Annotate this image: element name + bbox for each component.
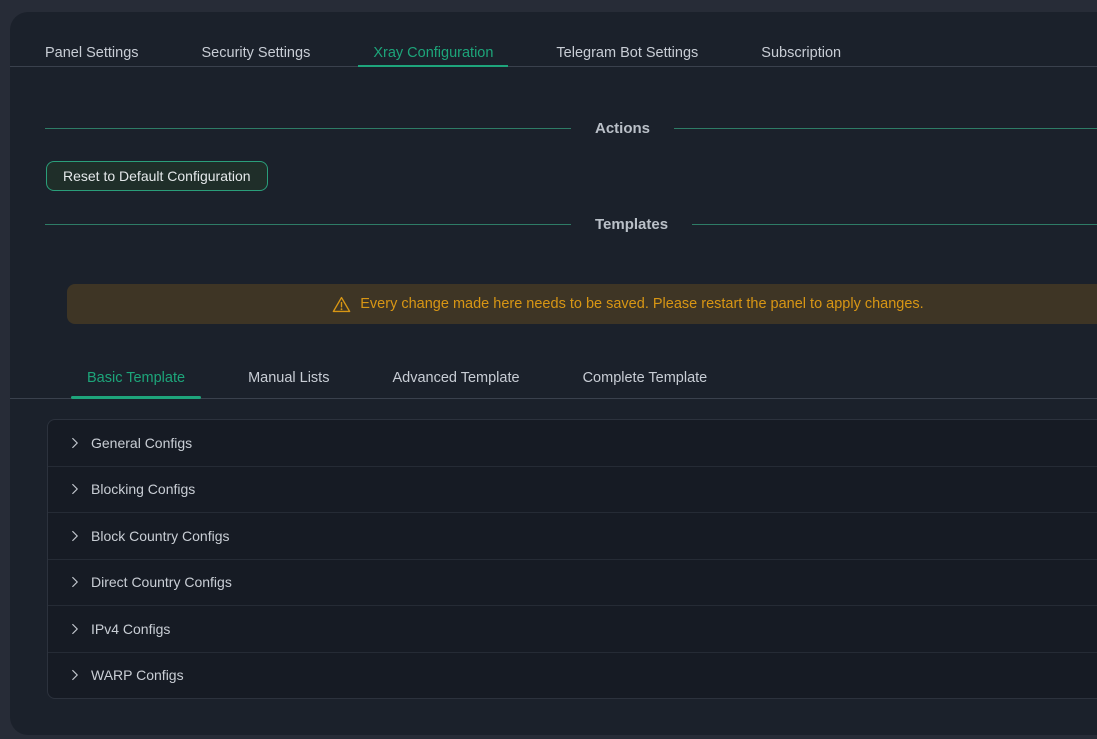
collapse-label: Block Country Configs [91, 528, 230, 544]
divider-line [45, 128, 571, 129]
chevron-right-icon [69, 669, 81, 681]
settings-card: Panel Settings Security Settings Xray Co… [10, 12, 1097, 735]
chevron-right-icon [69, 483, 81, 495]
tab-label: Basic Template [87, 370, 185, 386]
warning-text: Every change made here needs to be saved… [360, 296, 923, 312]
tab-label: Xray Configuration [373, 45, 493, 61]
divider-line [674, 128, 1097, 129]
divider-line [692, 224, 1097, 225]
collapse-header-ipv4-configs[interactable]: IPv4 Configs [48, 605, 1097, 652]
tab-label: Complete Template [583, 370, 708, 386]
chevron-right-icon [69, 530, 81, 542]
templates-divider: Templates [45, 213, 1097, 235]
warning-triangle-icon [332, 296, 351, 313]
collapse-header-direct-country-configs[interactable]: Direct Country Configs [48, 559, 1097, 606]
collapse-header-general-configs[interactable]: General Configs [48, 420, 1097, 466]
tab-manual-lists[interactable]: Manual Lists [232, 358, 345, 398]
tab-subscription[interactable]: Subscription [746, 39, 856, 66]
settings-tab-bar: Panel Settings Security Settings Xray Co… [10, 12, 1097, 67]
chevron-right-icon [69, 623, 81, 635]
reset-to-default-button[interactable]: Reset to Default Configuration [46, 161, 268, 191]
chevron-right-icon [69, 437, 81, 449]
tab-complete-template[interactable]: Complete Template [567, 358, 724, 398]
collapse-label: WARP Configs [91, 667, 184, 683]
collapse-label: IPv4 Configs [91, 621, 170, 637]
actions-divider: Actions [45, 117, 1097, 139]
config-collapse-list: General Configs Blocking Configs Block C… [47, 419, 1097, 699]
tab-label: Advanced Template [392, 370, 519, 386]
collapse-label: General Configs [91, 435, 192, 451]
collapse-label: Direct Country Configs [91, 574, 232, 590]
tab-advanced-template[interactable]: Advanced Template [376, 358, 535, 398]
collapse-header-warp-configs[interactable]: WARP Configs [48, 652, 1097, 699]
tab-panel-settings[interactable]: Panel Settings [30, 39, 154, 66]
collapse-label: Blocking Configs [91, 481, 195, 497]
tab-telegram-bot-settings[interactable]: Telegram Bot Settings [541, 39, 713, 66]
tab-basic-template[interactable]: Basic Template [71, 358, 201, 398]
collapse-header-block-country-configs[interactable]: Block Country Configs [48, 512, 1097, 559]
actions-section-title: Actions [571, 120, 674, 137]
warning-alert: Every change made here needs to be saved… [67, 284, 1097, 324]
tab-label: Panel Settings [45, 45, 139, 61]
tab-label: Telegram Bot Settings [556, 45, 698, 61]
tab-label: Security Settings [202, 45, 311, 61]
collapse-header-blocking-configs[interactable]: Blocking Configs [48, 466, 1097, 513]
tab-security-settings[interactable]: Security Settings [187, 39, 326, 66]
divider-line [45, 224, 571, 225]
tab-label: Subscription [761, 45, 841, 61]
tab-label: Manual Lists [248, 370, 329, 386]
template-tab-bar: Basic Template Manual Lists Advanced Tem… [10, 324, 1097, 399]
tab-xray-configuration[interactable]: Xray Configuration [358, 39, 508, 66]
templates-section-title: Templates [571, 216, 692, 233]
chevron-right-icon [69, 576, 81, 588]
